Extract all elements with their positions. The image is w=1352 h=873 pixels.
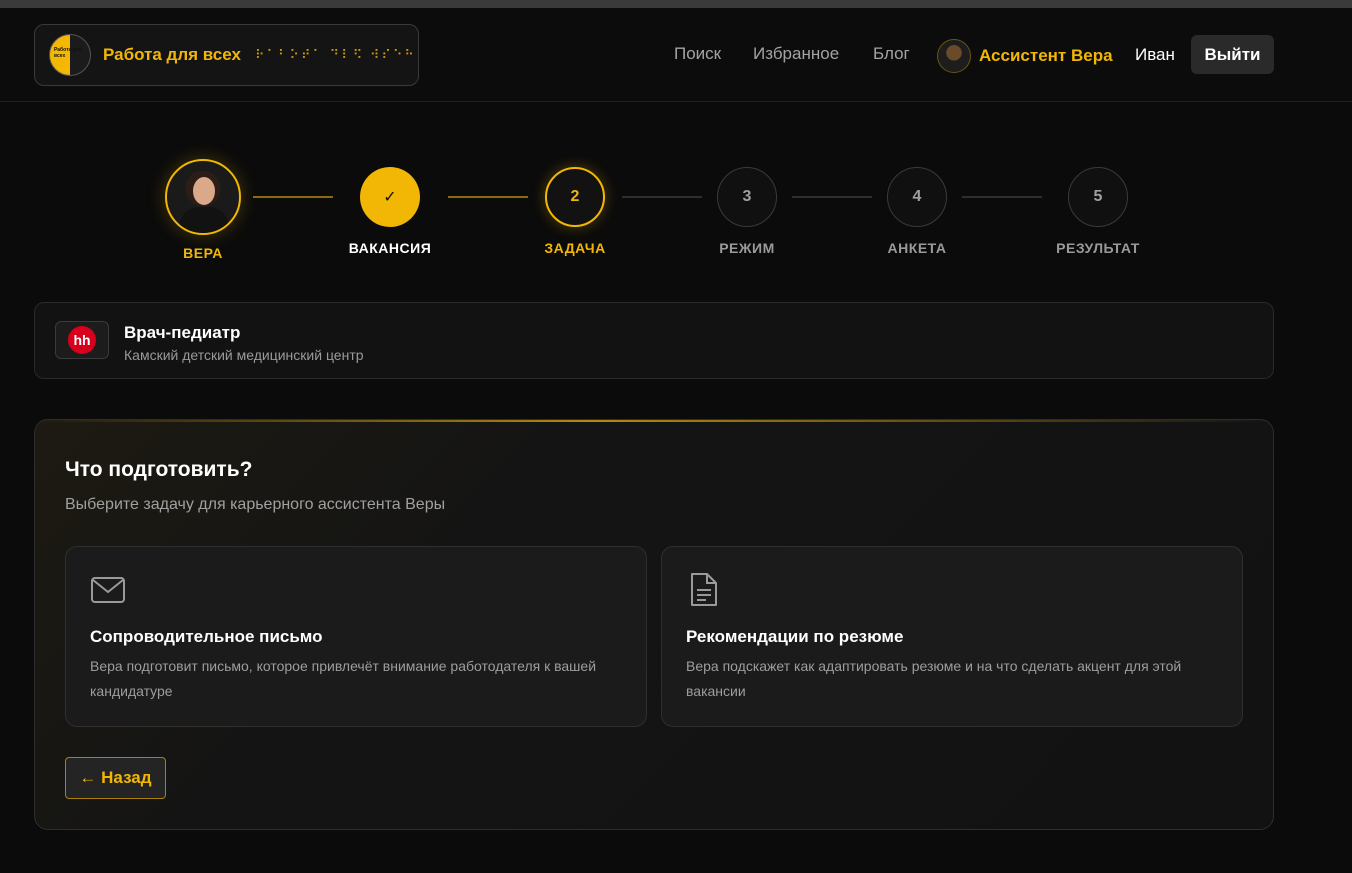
- assistant-link[interactable]: Ассистент Вера: [937, 39, 1113, 73]
- brand-title: Работа для всех: [103, 45, 241, 64]
- card-accent-line: [35, 420, 1273, 422]
- task-subtitle: Выберите задачу для карьерного ассистент…: [65, 496, 446, 513]
- hh-logo-icon: hh: [68, 326, 96, 354]
- document-icon: [691, 573, 717, 606]
- nav-search-link[interactable]: Поиск: [674, 44, 721, 64]
- step-label-form: АНКЕТА: [887, 240, 947, 256]
- brand-braille-text: ⠗⠁⠃⠕⠞⠁ ⠙⠇⠫ ⠺⠎⠑⠓: [254, 47, 416, 62]
- vera-face: [193, 177, 215, 205]
- task-selection-card: Что подготовить? Выберите задачу для кар…: [34, 419, 1274, 830]
- step-2-active-circle[interactable]: 2: [545, 167, 605, 227]
- stepper-connector: [622, 196, 702, 198]
- option-resume-title: Рекомендации по резюме: [686, 627, 904, 646]
- step-5-circle: 5: [1068, 167, 1128, 227]
- vera-body: [179, 207, 229, 233]
- option-cover-letter-title: Сопроводительное письмо: [90, 627, 323, 646]
- vacancy-company: Камский детский медицинский центр: [124, 347, 364, 363]
- assistant-label: Ассистент Вера: [979, 46, 1113, 65]
- envelope-icon: [91, 577, 125, 603]
- logout-button[interactable]: Выйти: [1191, 35, 1274, 74]
- back-button[interactable]: ← Назад: [65, 757, 166, 799]
- option-cover-letter-description: Вера подготовит письмо, которое привлечё…: [90, 658, 597, 699]
- user-name[interactable]: Иван: [1135, 45, 1175, 65]
- option-cover-letter[interactable]: Сопроводительное письмо Вера подготовит …: [65, 546, 647, 727]
- step-4-circle: 4: [887, 167, 947, 227]
- stepper-connector: [448, 196, 528, 198]
- nav-favorites-link[interactable]: Избранное: [753, 44, 839, 64]
- step-label-mode: РЕЖИМ: [719, 240, 775, 256]
- option-resume-recommendations[interactable]: Рекомендации по резюме Вера подскажет ка…: [661, 546, 1243, 727]
- stepper-connector: [792, 196, 872, 198]
- vacancy-title: Врач-педиатр: [124, 323, 241, 342]
- step-label-result: РЕЗУЛЬТАТ: [1056, 240, 1140, 256]
- step-label-vacancy: ВАКАНСИЯ: [348, 240, 432, 256]
- step-label-task: ЗАДАЧА: [544, 240, 606, 256]
- hh-logo-box: hh: [55, 321, 109, 359]
- vacancy-summary-card: hh Врач-педиатр Камский детский медицинс…: [34, 302, 1274, 379]
- site-header: Работа для всех Работа для всех ⠗⠁⠃⠕⠞⠁ ⠙…: [0, 8, 1352, 102]
- brand-home-link[interactable]: Работа для всех Работа для всех ⠗⠁⠃⠕⠞⠁ ⠙…: [34, 24, 419, 86]
- task-title: Что подготовить?: [65, 458, 253, 481]
- brand-logo-text: Работа для всех: [54, 47, 82, 59]
- step-1-done-circle[interactable]: ✓: [360, 167, 420, 227]
- browser-top-strip: [0, 0, 1352, 8]
- assistant-avatar: [937, 39, 971, 73]
- step-3-circle: 3: [717, 167, 777, 227]
- stepper-connector: [253, 196, 333, 198]
- option-resume-description: Вера подскажет как адаптировать резюме и…: [686, 658, 1182, 699]
- stepper-connector: [962, 196, 1042, 198]
- nav-blog-link[interactable]: Блог: [873, 44, 910, 64]
- step-label-vera: ВЕРА: [183, 245, 223, 261]
- vera-avatar: [165, 159, 241, 235]
- brand-logo: Работа для всех: [49, 34, 91, 76]
